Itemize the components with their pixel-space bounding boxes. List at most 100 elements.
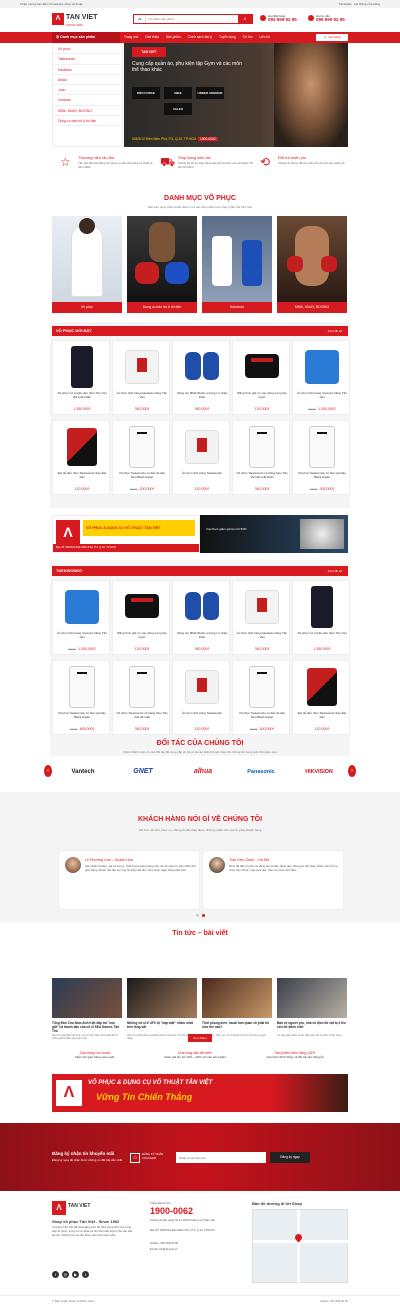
- nav-items: Trang chủ Giới thiệu Sản phẩm Chính sách…: [124, 32, 270, 43]
- product-card[interactable]: Áo thun thời trang Karatedo hãng Tân Việ…: [112, 340, 170, 415]
- product-card[interactable]: Võ phục Cổ truyền đen hiệu Tân Việt Đã x…: [52, 340, 110, 415]
- product-card[interactable]: Võ phục Taekwondo cổ đen vải hiệu Black …: [292, 420, 350, 495]
- partner-panasonic[interactable]: Panasonic: [234, 764, 288, 780]
- product-card[interactable]: Võ phục Taekwondo cổ trắng hiệu Tân Việt…: [232, 420, 290, 495]
- hero-banner[interactable]: TAN VIET Cung cấp quần áo, phụ kiện tập …: [124, 43, 348, 147]
- product-price: 360.000₫: [113, 407, 171, 411]
- category-card-mma[interactable]: MMA, MUAY, BOXING: [277, 216, 347, 318]
- sidebar-item-taekwondo[interactable]: Taekwondo: [53, 54, 122, 65]
- sidebar-item-vo-phuc[interactable]: Võ phục: [53, 44, 122, 55]
- account-link[interactable]: Tài khoản: [339, 2, 352, 6]
- footer-credit: Hotline: 094 999 92 95: [319, 1299, 348, 1303]
- product-price: 110.000₫: [173, 727, 231, 731]
- nav-dealer-policy[interactable]: Chính sách đại lý: [188, 32, 212, 43]
- chevron-right-icon[interactable]: ›: [348, 765, 356, 777]
- footer-email[interactable]: Email: info@tanviet.vn: [150, 1247, 178, 1251]
- product-price: 120.000₫: [293, 727, 351, 731]
- category-menu-button[interactable]: ☰ Danh mục sản phẩm: [52, 32, 120, 43]
- perk-desc: Miễn phí giao hàng toàn quốc: [75, 1054, 115, 1059]
- sidebar-item-vovinam[interactable]: Vovinam: [53, 95, 122, 106]
- nav-about[interactable]: Giới thiệu: [145, 32, 159, 43]
- category-card-vo-phuc[interactable]: Võ phục: [52, 216, 122, 318]
- newsletter-section: Đăng ký nhận tin khuyến mãi Đăng ký ngay…: [0, 1123, 400, 1191]
- product-card[interactable]: Áo thun thời trang Taekwondo 110.000₫: [172, 660, 230, 735]
- newsletter-email-input[interactable]: [176, 1152, 266, 1163]
- product-card[interactable]: Găng tay MMA Wolon sương cơ nhập khẩu 360…: [172, 340, 230, 415]
- product-card[interactable]: Băng thun giữ cơ cạp dùng trong tập luyệ…: [112, 580, 170, 655]
- youtube-icon[interactable]: ▶: [72, 1271, 79, 1278]
- product-card[interactable]: Băng thun giữ cơ cạp dùng trong tập luyệ…: [232, 340, 290, 415]
- search-category-select[interactable]: All: [134, 15, 146, 23]
- product-image: [59, 424, 105, 470]
- search-input[interactable]: [148, 16, 238, 22]
- instagram-icon[interactable]: ◎: [62, 1271, 69, 1278]
- product-card[interactable]: Găng tay MMA Wolon sương cơ nhập khẩu 360…: [172, 580, 230, 655]
- footer-hotline[interactable]: 1900-0062: [150, 1206, 193, 1216]
- brand-nike: NIKE: [164, 87, 192, 99]
- cart-button[interactable]: 🛒 Giỏ hàng: [316, 34, 348, 41]
- product-card[interactable]: Võ phục Taekwondo có đai vải đen hiệu Bl…: [112, 420, 170, 495]
- subscribe-button[interactable]: Đăng ký ngay: [270, 1152, 310, 1163]
- product-card[interactable]: Áo thun thời trang Vovinam hãng Tân Việt…: [292, 340, 350, 415]
- logo-mark-icon: Λ: [52, 1201, 66, 1215]
- promo-banner[interactable]: Λ VÕ PHỤC & DỤNG CỤ VÕ THUẬT TÂN VIỆT Vữ…: [52, 1074, 348, 1112]
- news-desc: Từ thời Lý, Trần, Lê, võ cử được tổ chức…: [202, 1034, 266, 1037]
- view-all-link[interactable]: Xem tất cả: [328, 326, 342, 336]
- sidebar-item-judo[interactable]: Judo: [53, 85, 122, 96]
- logo-mark-icon: Λ: [56, 1080, 82, 1106]
- footer-logo-name: TAN VIET: [68, 1203, 91, 1209]
- category-card-equipment[interactable]: Dụng cụ bảo hộ & thi đấu: [127, 216, 197, 318]
- product-card[interactable]: Võ phục Cổ truyền đen hiệu Tân Việt 1.350…: [292, 580, 350, 655]
- product-card[interactable]: Đai đỏ đen hiệu Taekwondo Sao đặc biệt 12…: [292, 660, 350, 735]
- search-icon[interactable]: ⌕: [238, 15, 252, 23]
- news-card[interactable]: Những võ sĩ ở UFC bị "sập mặt" nhiều nhấ…: [127, 978, 197, 1046]
- nav-news[interactable]: Tin tức: [243, 32, 253, 43]
- nav-recruit[interactable]: Tuyển dụng: [219, 32, 236, 43]
- nav-home[interactable]: Trang chủ: [124, 32, 138, 43]
- ad-banner-left[interactable]: Λ VÕ PHỤC & DỤNG CỤ VÕ THUẬT TÂN VIỆT Đị…: [52, 515, 200, 553]
- product-card[interactable]: Võ phục Taekwondo cổ đen vải hiệu Black …: [52, 660, 110, 735]
- ad-banner-right[interactable]: Vouchers giảm giá lên tới 50%: [200, 515, 348, 553]
- carousel-dot[interactable]: [196, 914, 199, 917]
- sidebar-item-mma[interactable]: MMA, MUAY, BOXING: [53, 106, 122, 117]
- twitter-icon[interactable]: t: [82, 1271, 89, 1278]
- news-image: [52, 978, 122, 1018]
- price-value: 1.350.000₫: [313, 647, 331, 651]
- feature-title: Ship hàng siêu tốc: [178, 155, 211, 160]
- nav-products[interactable]: Sản phẩm: [166, 32, 181, 43]
- news-card[interactable]: Thời phong kiến, muốn làm quan võ phải t…: [202, 978, 272, 1046]
- sidebar-item-karatedo[interactable]: Karatedo: [53, 65, 122, 75]
- sidebar-item-aikido[interactable]: Aikido: [53, 75, 122, 86]
- product-image: [59, 344, 105, 390]
- product-card[interactable]: Võ phục Taekwondo có đai vải đen hiệu Bl…: [232, 660, 290, 735]
- category-label: MMA, MUAY, BOXING: [277, 302, 347, 313]
- category-card-karatedo[interactable]: Karatedo: [202, 216, 272, 318]
- sidebar-item-equipment[interactable]: Dụng cụ bảo hộ & thi đấu: [53, 116, 122, 127]
- chevron-left-icon[interactable]: ‹: [44, 765, 52, 777]
- partners-title: ĐỐI TÁC CỦA CHÚNG TÔI: [156, 740, 244, 747]
- partner-alhua[interactable]: alhua: [176, 764, 230, 780]
- price-prefix: Giá từ: [129, 487, 138, 491]
- map[interactable]: [252, 1209, 349, 1284]
- nav-contact[interactable]: Liên hệ: [260, 32, 270, 43]
- product-card[interactable]: Đai đỏ đen hiệu Taekwondo Sao đặc biệt 12…: [52, 420, 110, 495]
- news-card[interactable]: Bảo vệ người yêu, nhà vô địch đô vật bị …: [277, 978, 347, 1046]
- news-more-button[interactable]: Xem thêm: [188, 1034, 212, 1042]
- product-card[interactable]: Áo thun thời trang Taekwondo 110.000₫: [172, 420, 230, 495]
- partner-gnet[interactable]: GNET: [116, 764, 170, 780]
- hotline-advice[interactable]: Gọi tư vấn 096 999 92 95: [308, 14, 345, 22]
- partner-hikvision[interactable]: HIKVISION: [292, 764, 346, 780]
- product-price: 120.000₫: [113, 647, 171, 651]
- news-card[interactable]: Tổng Đàn Chu Nam Anh Kiệt đáp trả "cực g…: [52, 978, 122, 1046]
- facebook-icon[interactable]: f: [52, 1271, 59, 1278]
- carousel-dot-active[interactable]: [202, 914, 205, 917]
- product-price: 120.000₫: [233, 407, 291, 411]
- news-headline: Những võ sĩ ở UFC bị "sập mặt" nhiều nhấ…: [127, 1021, 193, 1029]
- partner-vantech[interactable]: Vantech: [56, 764, 110, 780]
- product-card[interactable]: Áo thun thời trang Karatedo hãng Tân Việ…: [232, 580, 290, 655]
- view-all-link[interactable]: Xem tất cả: [328, 566, 342, 576]
- product-card[interactable]: Áo thun thời trang Vovinam hãng Tân Việt…: [52, 580, 110, 655]
- stores-link[interactable]: Hệ thống cửa hàng: [354, 2, 380, 6]
- product-card[interactable]: Võ phục Taekwondo cổ trắng hiệu Tân Việt…: [112, 660, 170, 735]
- hotline-order[interactable]: Gọi đặt hàng 094 999 92 95: [260, 14, 297, 22]
